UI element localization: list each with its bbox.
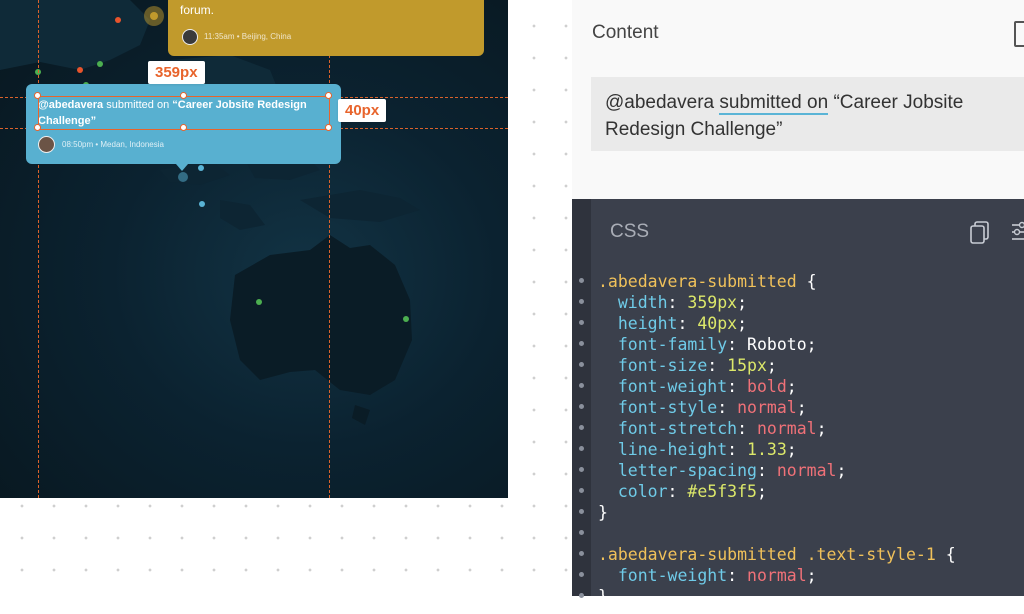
width-badge: 359px <box>148 61 205 84</box>
content-box[interactable]: @abedavera submitted on “Career Jobsite … <box>591 77 1024 151</box>
content-link[interactable]: submitted on <box>719 92 828 115</box>
resize-handle-tl[interactable] <box>34 92 41 99</box>
content-title: Content <box>592 22 659 44</box>
guide-line-right <box>329 0 330 498</box>
resize-handle-tm[interactable] <box>180 92 187 99</box>
guide-line-left <box>38 0 39 498</box>
content-user: @abedavera <box>605 92 714 113</box>
avatar <box>182 29 198 45</box>
css-panel: CSS .abedavera-submitted { width: 359px;… <box>572 199 1024 596</box>
code-color-value: #e5f3f5 <box>687 482 757 501</box>
copy-icon[interactable] <box>970 221 990 245</box>
code-selector-2: .abedavera-submitted .text-style-1 <box>598 545 936 564</box>
code-letter-spacing-value: normal <box>777 461 837 480</box>
code-brace: { <box>797 272 817 291</box>
code-font-style-value: normal <box>737 398 797 417</box>
code-height-value: 40px <box>697 314 737 333</box>
copy-icon[interactable] <box>1014 21 1024 47</box>
world-map <box>0 0 508 498</box>
resize-handle-bl[interactable] <box>34 124 41 131</box>
code-font-size-value: 15px <box>727 356 767 375</box>
content-text: @abedavera submitted on “Career Jobsite … <box>605 89 1024 143</box>
code-font-weight-2-value: normal <box>747 566 807 585</box>
resize-handle-bm[interactable] <box>180 124 187 131</box>
gutter-markers <box>579 278 584 614</box>
code-font-stretch-value: normal <box>757 419 817 438</box>
tooltip-card-yellow[interactable]: forum. 11:35am • Beijing, China <box>168 0 484 56</box>
resize-handle-br[interactable] <box>325 124 332 131</box>
yellow-card-meta: 11:35am • Beijing, China <box>204 32 291 41</box>
code-line-height-value: 1.33 <box>747 440 787 459</box>
code-width-value: 359px <box>687 293 737 312</box>
height-badge: 40px <box>338 99 386 122</box>
avatar <box>38 136 55 153</box>
css-title: CSS <box>610 221 649 243</box>
settings-sliders-icon[interactable] <box>1010 219 1024 245</box>
code-font-family-value: Roboto <box>747 335 807 354</box>
code-selector: .abedavera-submitted <box>598 272 797 291</box>
yellow-card-text: forum. <box>180 2 214 18</box>
map-artboard[interactable]: forum. 11:35am • Beijing, China @abedave… <box>0 0 508 498</box>
content-panel: Content @abedavera submitted on “Career … <box>572 0 1024 199</box>
code-font-weight-value: bold <box>747 377 787 396</box>
resize-handle-tr[interactable] <box>325 92 332 99</box>
css-code-block[interactable]: .abedavera-submitted { width: 359px; hei… <box>598 271 956 607</box>
blue-card-meta: 08:50pm • Medan, Indonesia <box>62 140 164 149</box>
